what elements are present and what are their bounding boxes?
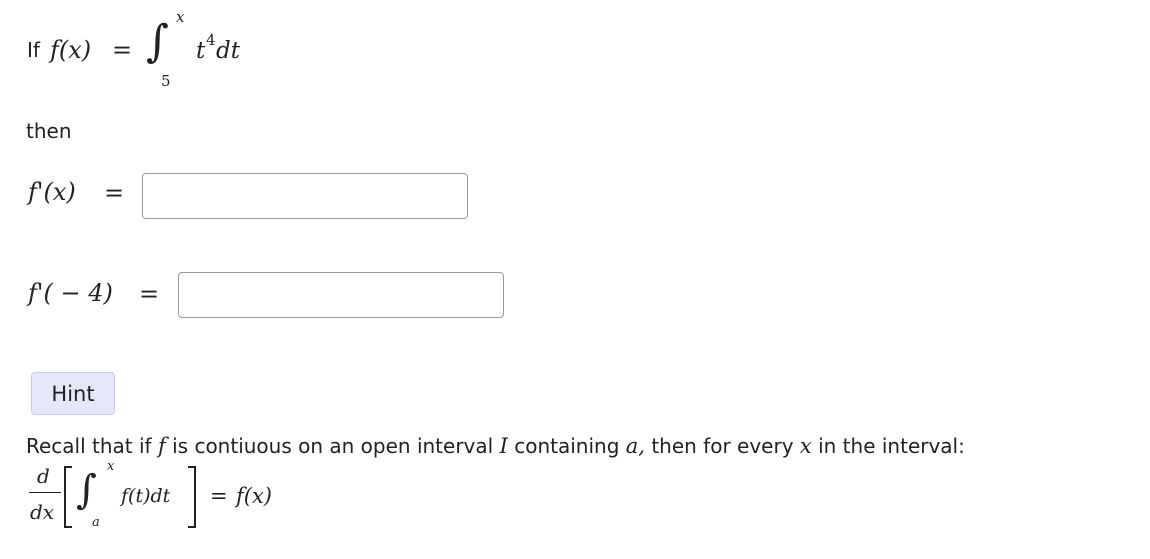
hint-text-part5: in the interval: bbox=[818, 434, 965, 458]
answer-2-lhs: f'( − 4) bbox=[28, 279, 113, 307]
hint-integrand: f(t)dt bbox=[121, 485, 171, 507]
lower-limit: 5 bbox=[161, 72, 171, 90]
answer-2-equals: = bbox=[139, 280, 160, 308]
answer-1-input[interactable] bbox=[142, 173, 468, 219]
answer-1-equals: = bbox=[104, 179, 125, 207]
hint-rhs: f(x) bbox=[236, 484, 273, 508]
then-label: then bbox=[26, 119, 72, 143]
hint-x: x bbox=[799, 434, 812, 458]
integrand-exponent: 4 bbox=[206, 31, 216, 49]
f-of-x-label: f(x) bbox=[50, 36, 92, 64]
hint-text-part2: is contiuous on an open interval bbox=[172, 434, 494, 458]
hint-text-part4: then for every bbox=[651, 434, 794, 458]
integral-sign: ∫ bbox=[146, 16, 169, 67]
if-label: If bbox=[27, 38, 40, 62]
integrand-base: t bbox=[196, 38, 206, 64]
upper-limit: x bbox=[176, 8, 185, 26]
hint-text-part1: Recall that if bbox=[26, 434, 152, 458]
hint-interval-I: I bbox=[499, 434, 508, 458]
left-bracket bbox=[64, 466, 72, 528]
hint-f: f bbox=[157, 434, 166, 458]
fraction-numerator: d bbox=[37, 464, 50, 488]
integrand-differential: dt bbox=[216, 38, 240, 64]
hint-integral-sign: ∫ bbox=[76, 467, 97, 513]
hint-upper-limit: x bbox=[107, 459, 115, 474]
equals-sign: = bbox=[112, 36, 133, 64]
answer-1-lhs: f'(x) bbox=[28, 178, 76, 206]
fraction-denominator: dx bbox=[30, 500, 55, 524]
hint-a: a, bbox=[625, 434, 645, 458]
hint-lower-limit: a bbox=[92, 515, 100, 530]
hint-text: Recall that if f is contiuous on an open… bbox=[26, 434, 965, 458]
answer-2-input[interactable] bbox=[178, 272, 504, 318]
hint-equals: = bbox=[210, 484, 228, 508]
hint-text-part3: containing bbox=[514, 434, 620, 458]
hint-button[interactable]: Hint bbox=[31, 372, 115, 415]
right-bracket bbox=[188, 466, 196, 528]
fraction-bar bbox=[29, 492, 61, 493]
